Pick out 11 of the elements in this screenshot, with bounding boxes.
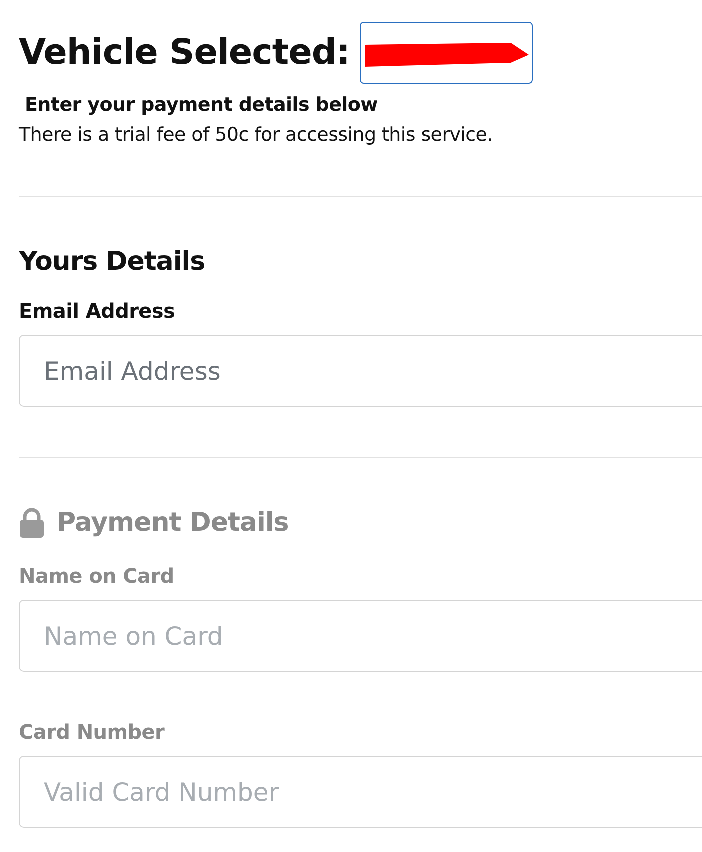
intro-note: There is a trial fee of 50c for accessing this service. (19, 124, 494, 146)
field-label: Card Number (19, 720, 166, 744)
intro-heading: Enter your payment details below (25, 94, 379, 116)
page-title: Vehicle Selected: (19, 33, 350, 73)
section-heading: Payment Details (57, 508, 289, 538)
section-heading: Yours Details (19, 247, 206, 277)
input-field[interactable]: Email Address (19, 335, 702, 407)
field-label: Email Address (19, 299, 176, 323)
lock-icon (19, 508, 45, 538)
vehicle-field[interactable] (360, 22, 533, 84)
field-label: Name on Card (19, 564, 176, 588)
